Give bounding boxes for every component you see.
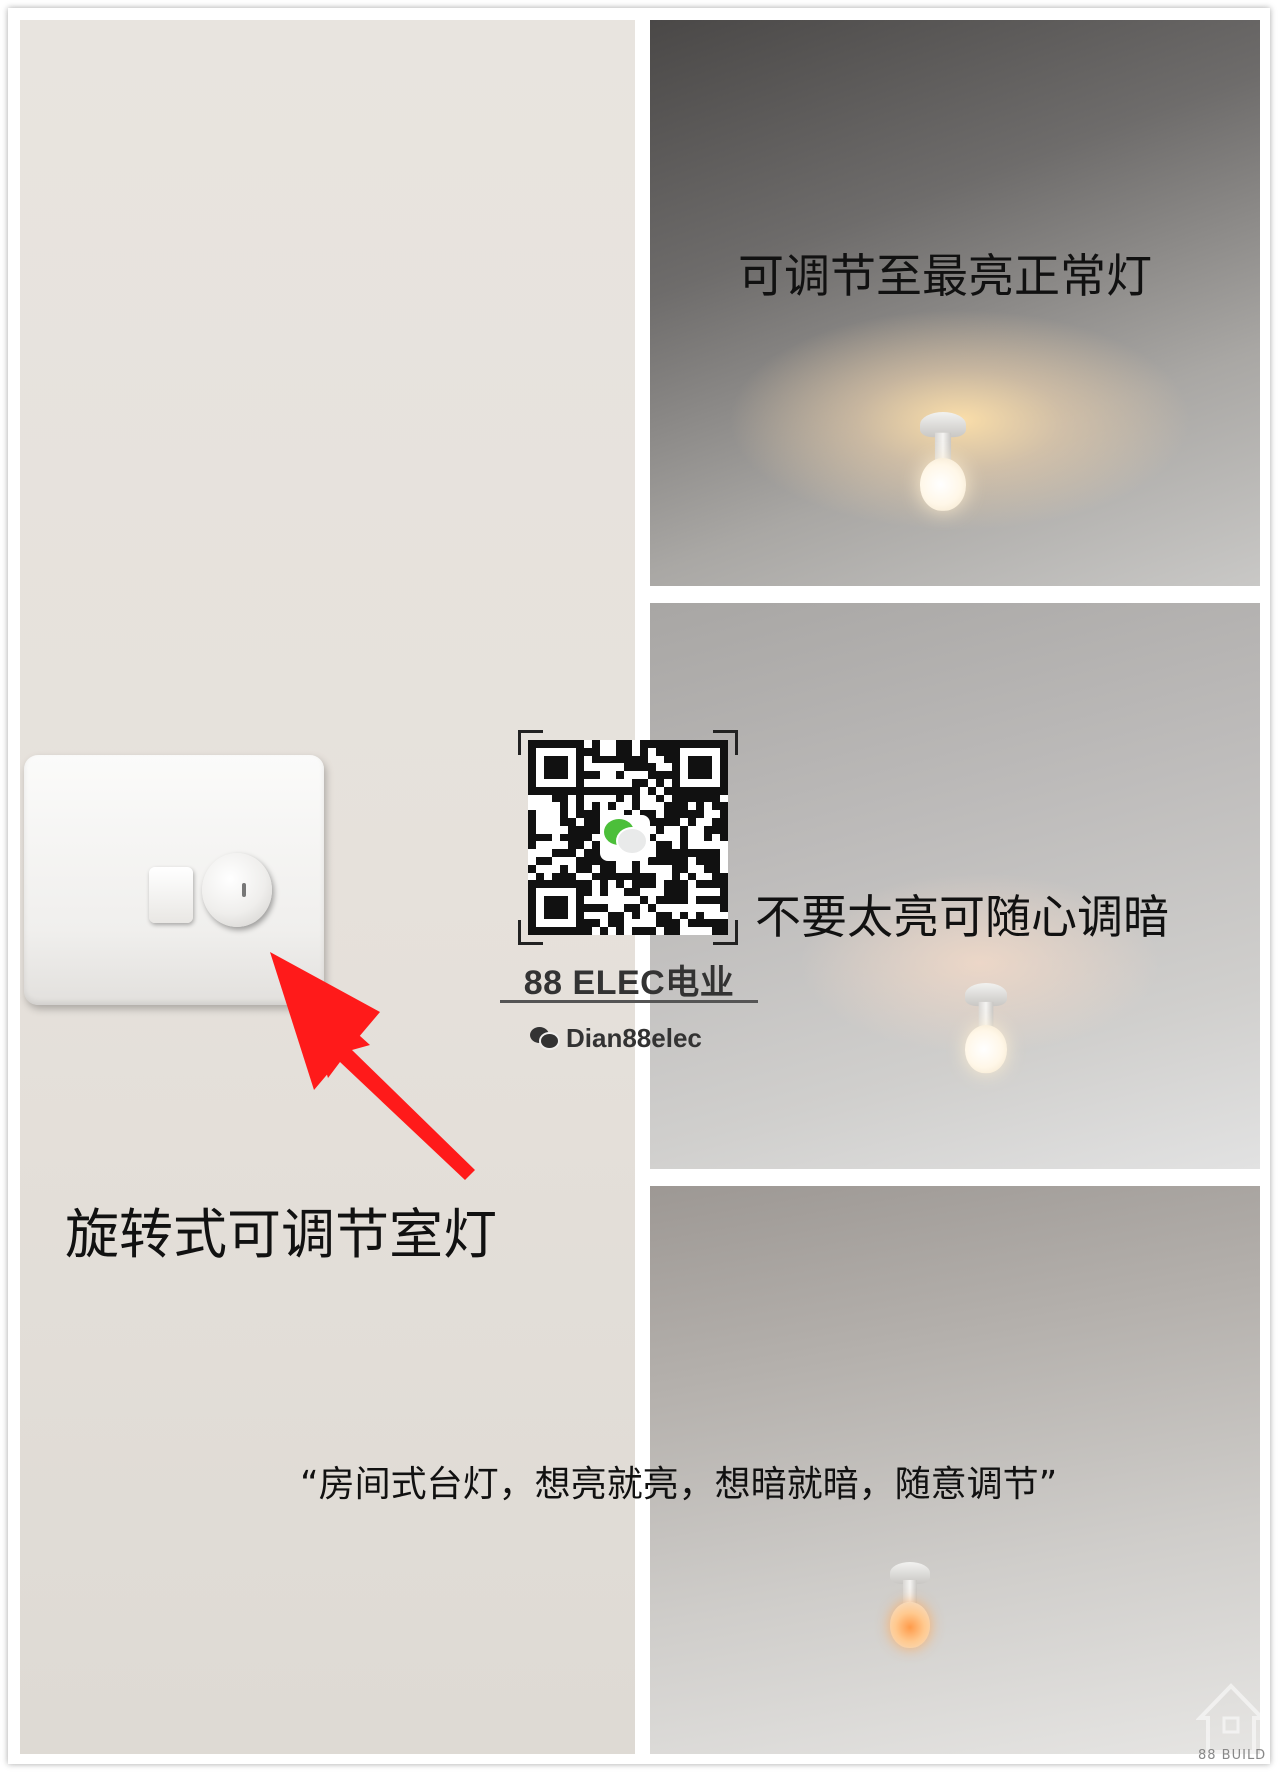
- rocker-switch: [149, 867, 193, 923]
- brightest-bulb-photo: 可调节至最亮正常灯: [650, 20, 1260, 586]
- red-arrow-icon: [270, 952, 475, 1180]
- dimmer-knob: [202, 853, 272, 927]
- wechat-qr-code: [518, 730, 738, 945]
- watermark-text: 88 BUILD: [1198, 1748, 1267, 1763]
- left-caption: 旋转式可调节室灯: [65, 1203, 497, 1266]
- wechat-id: Dian88elec: [566, 1022, 702, 1053]
- top-caption: 可调节至最亮正常灯: [738, 249, 1152, 303]
- wechat-icon: [530, 1025, 560, 1051]
- wechat-logo-icon: [600, 815, 650, 861]
- wechat-id-row: Dian88elec: [530, 1022, 702, 1054]
- dimmed-bulb-photo: 不要太亮可随心调暗: [650, 603, 1260, 1169]
- bottom-caption: “房间式台灯，想亮就亮，想暗就暗，随意调节”: [300, 1464, 1058, 1505]
- dimmer-knob-indicator: [242, 883, 246, 897]
- house-icon: [1196, 1683, 1266, 1754]
- brand-divider: [500, 1000, 758, 1003]
- brand-name: 88 ELEC电业: [523, 964, 735, 1002]
- mid-caption: 不要太亮可随心调暗: [755, 890, 1169, 944]
